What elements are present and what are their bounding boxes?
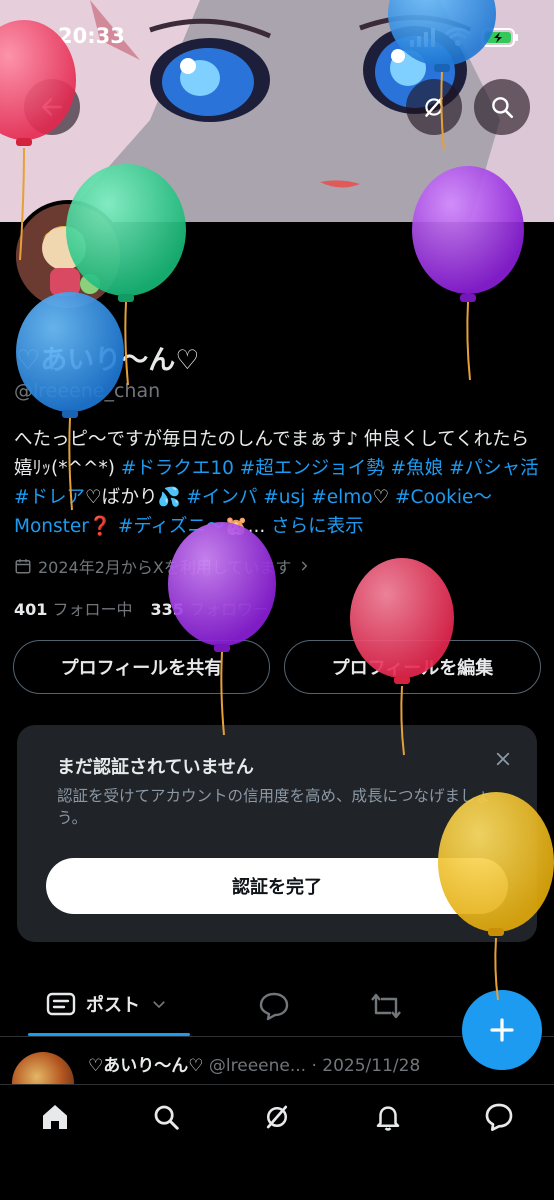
compose-button[interactable]	[462, 990, 542, 1070]
chevron-right-icon	[302, 561, 308, 571]
chevron-down-icon	[153, 1001, 165, 1009]
followers-label: フォロワー	[189, 600, 270, 619]
search-button[interactable]	[474, 79, 530, 135]
bio-hashtag[interactable]: #超エンジョイ勢	[240, 458, 385, 479]
posts-tab-icon	[46, 992, 76, 1016]
bio-text-segment: ❓	[88, 516, 118, 537]
notifications-icon	[376, 1106, 400, 1131]
profile-bio: へたっピ〜ですが毎日たのしんでまぁす♪ 仲良くしてくれたら嬉ﾘｯ(*^^*) #…	[14, 425, 542, 541]
verification-title: まだ認証されていません	[57, 757, 254, 778]
status-time: 20:33	[58, 24, 125, 48]
post-avatar	[12, 1052, 74, 1084]
edit-profile-button[interactable]: プロフィールを編集	[284, 640, 541, 694]
followers-count: 335	[150, 600, 184, 619]
reply-icon[interactable]	[258, 991, 290, 1021]
messages-icon	[485, 1103, 513, 1131]
bio-text-segment: 🐹...	[224, 516, 272, 537]
display-name: ♡あいり〜ん♡	[16, 345, 200, 376]
join-date-text: 2024年2月からXを利用しています	[38, 558, 292, 577]
bio-hashtag[interactable]: #usj	[263, 487, 305, 508]
bio-hashtag[interactable]: #インパ	[186, 487, 257, 508]
bio-hashtag[interactable]: #魚娘	[391, 458, 444, 479]
search-icon	[154, 1105, 179, 1130]
post-author-handle: @lreeene...	[208, 1056, 307, 1076]
profile-avatar[interactable]	[12, 200, 124, 312]
back-arrow-icon	[42, 98, 62, 116]
plus-icon	[490, 1018, 514, 1042]
bio-hashtag[interactable]: #パシャ活	[449, 458, 539, 479]
post-date: · 2025/11/28	[311, 1056, 421, 1076]
status-bar: 20:33	[0, 0, 554, 70]
tab-posts[interactable]: ポスト	[46, 991, 168, 1017]
nav-notifications[interactable]	[364, 1099, 412, 1135]
bio-hashtag[interactable]: #ドレア	[14, 487, 85, 508]
grok-icon	[425, 97, 443, 117]
bio-hashtag[interactable]: #elmo	[311, 487, 372, 508]
home-icon	[43, 1105, 67, 1129]
post-header: ♡あいり〜ん♡ @lreeene... · 2025/11/28	[88, 1051, 420, 1076]
verification-description: 認証を受けてアカウントの信用度を高め、成長につなげましょう。	[57, 787, 492, 827]
show-more-link[interactable]: さらに表示	[271, 516, 364, 537]
complete-verification-button[interactable]: 認証を完了	[46, 858, 508, 914]
nav-search[interactable]	[142, 1099, 190, 1135]
post-author-name: ♡あいり〜ん♡	[88, 1056, 204, 1076]
follow-stats: 401 フォロー中 335 フォロワー	[14, 596, 269, 620]
search-icon	[492, 97, 514, 119]
repost-icon[interactable]	[369, 991, 403, 1021]
back-button[interactable]	[24, 79, 80, 135]
grok-icon	[266, 1105, 288, 1129]
join-date: 2024年2月からXを利用しています	[14, 554, 311, 578]
followers-stat[interactable]: 335 フォロワー	[151, 600, 270, 619]
bio-text-segment: ♡	[372, 487, 396, 508]
calendar-icon	[15, 559, 31, 574]
bio-hashtag[interactable]: #ディズニ〜	[118, 516, 225, 537]
following-label: フォロー中	[52, 600, 133, 619]
profile-handle: @lreeene_chan	[14, 380, 161, 402]
verification-card: まだ認証されていません 認証を受けてアカウントの信用度を高め、成長につなげましょ…	[17, 725, 537, 942]
tab-posts-label: ポスト	[86, 995, 140, 1016]
nav-home[interactable]	[31, 1099, 79, 1135]
following-stat[interactable]: 401 フォロー中	[14, 600, 133, 619]
grok-button[interactable]	[406, 79, 462, 135]
close-verification-button[interactable]	[489, 745, 517, 773]
nav-grok[interactable]	[253, 1099, 301, 1135]
following-count: 401	[14, 600, 48, 619]
bio-text-segment: ♡ばかり💦	[85, 487, 187, 508]
bio-hashtag[interactable]: #ドラクエ10	[121, 458, 234, 479]
status-icons	[410, 27, 518, 47]
share-profile-button[interactable]: プロフィールを共有	[13, 640, 270, 694]
close-icon	[496, 752, 510, 766]
avatar-art	[16, 204, 120, 308]
bottom-navigation	[0, 1084, 554, 1200]
nav-messages[interactable]	[475, 1099, 523, 1135]
